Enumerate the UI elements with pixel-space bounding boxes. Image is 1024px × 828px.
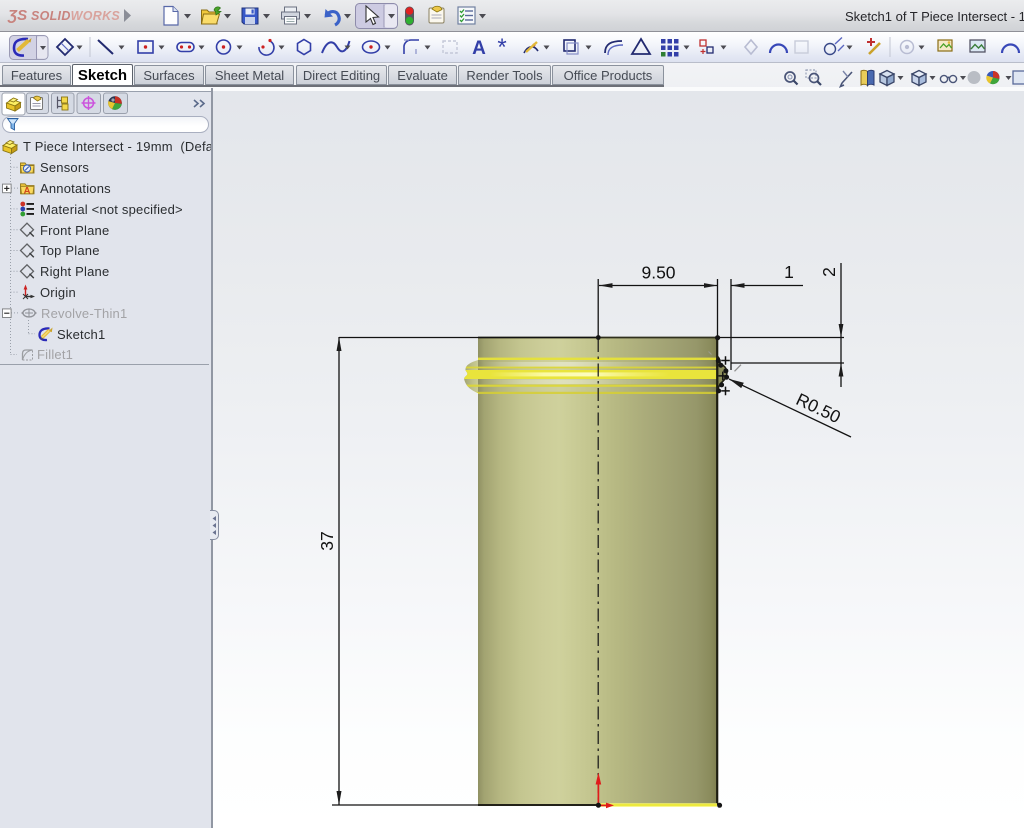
svg-text:A: A — [472, 38, 486, 59]
svg-text:A: A — [24, 185, 31, 196]
svg-text:*: * — [497, 34, 506, 61]
